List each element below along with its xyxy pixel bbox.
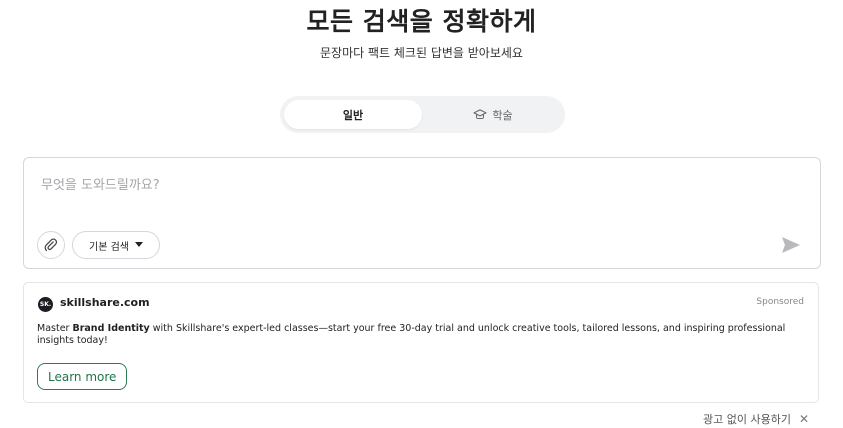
graduation-cap-icon	[473, 108, 487, 119]
skillshare-logo: SK.	[38, 297, 53, 312]
search-mode-dropdown[interactable]: 기본 검색	[72, 231, 160, 259]
search-box: 기본 검색	[23, 157, 821, 269]
ad-free-link[interactable]: 광고 없이 사용하기 ✕	[703, 411, 809, 427]
learn-more-button[interactable]: Learn more	[37, 363, 128, 390]
caret-down-icon	[134, 242, 143, 247]
page-subtitle: 문장마다 팩트 체크된 답변을 받아보세요	[320, 46, 523, 60]
sponsored-ad-card: SK. skillshare.com Sponsored Master Bran…	[23, 282, 819, 403]
ad-free-label: 광고 없이 사용하기	[703, 413, 791, 426]
close-icon[interactable]: ✕	[799, 412, 809, 426]
tab-general[interactable]: 일반	[284, 100, 422, 129]
ad-body-suffix: with Skillshare's expert-led classes—sta…	[37, 323, 786, 346]
search-mode-toggle: 일반 학술	[280, 96, 565, 133]
search-mode-label: 기본 검색	[89, 241, 129, 253]
send-arrow-icon	[782, 237, 800, 253]
send-button[interactable]	[779, 233, 803, 257]
tab-general-label: 일반	[342, 108, 364, 122]
sponsored-label: Sponsored	[756, 297, 804, 307]
attach-button[interactable]	[37, 231, 65, 259]
paperclip-icon	[44, 238, 58, 252]
search-input[interactable]	[41, 174, 741, 196]
ad-body: Master Brand Identity with Skillshare's …	[37, 323, 807, 347]
ad-body-highlight: Brand Identity	[72, 323, 150, 334]
tab-academic[interactable]: 학술	[425, 100, 561, 129]
ad-body-prefix: Master	[37, 323, 73, 334]
page-title: 모든 검색을 정확하게	[306, 7, 537, 36]
ad-domain[interactable]: skillshare.com	[60, 296, 150, 309]
tab-academic-label: 학술	[492, 108, 513, 122]
